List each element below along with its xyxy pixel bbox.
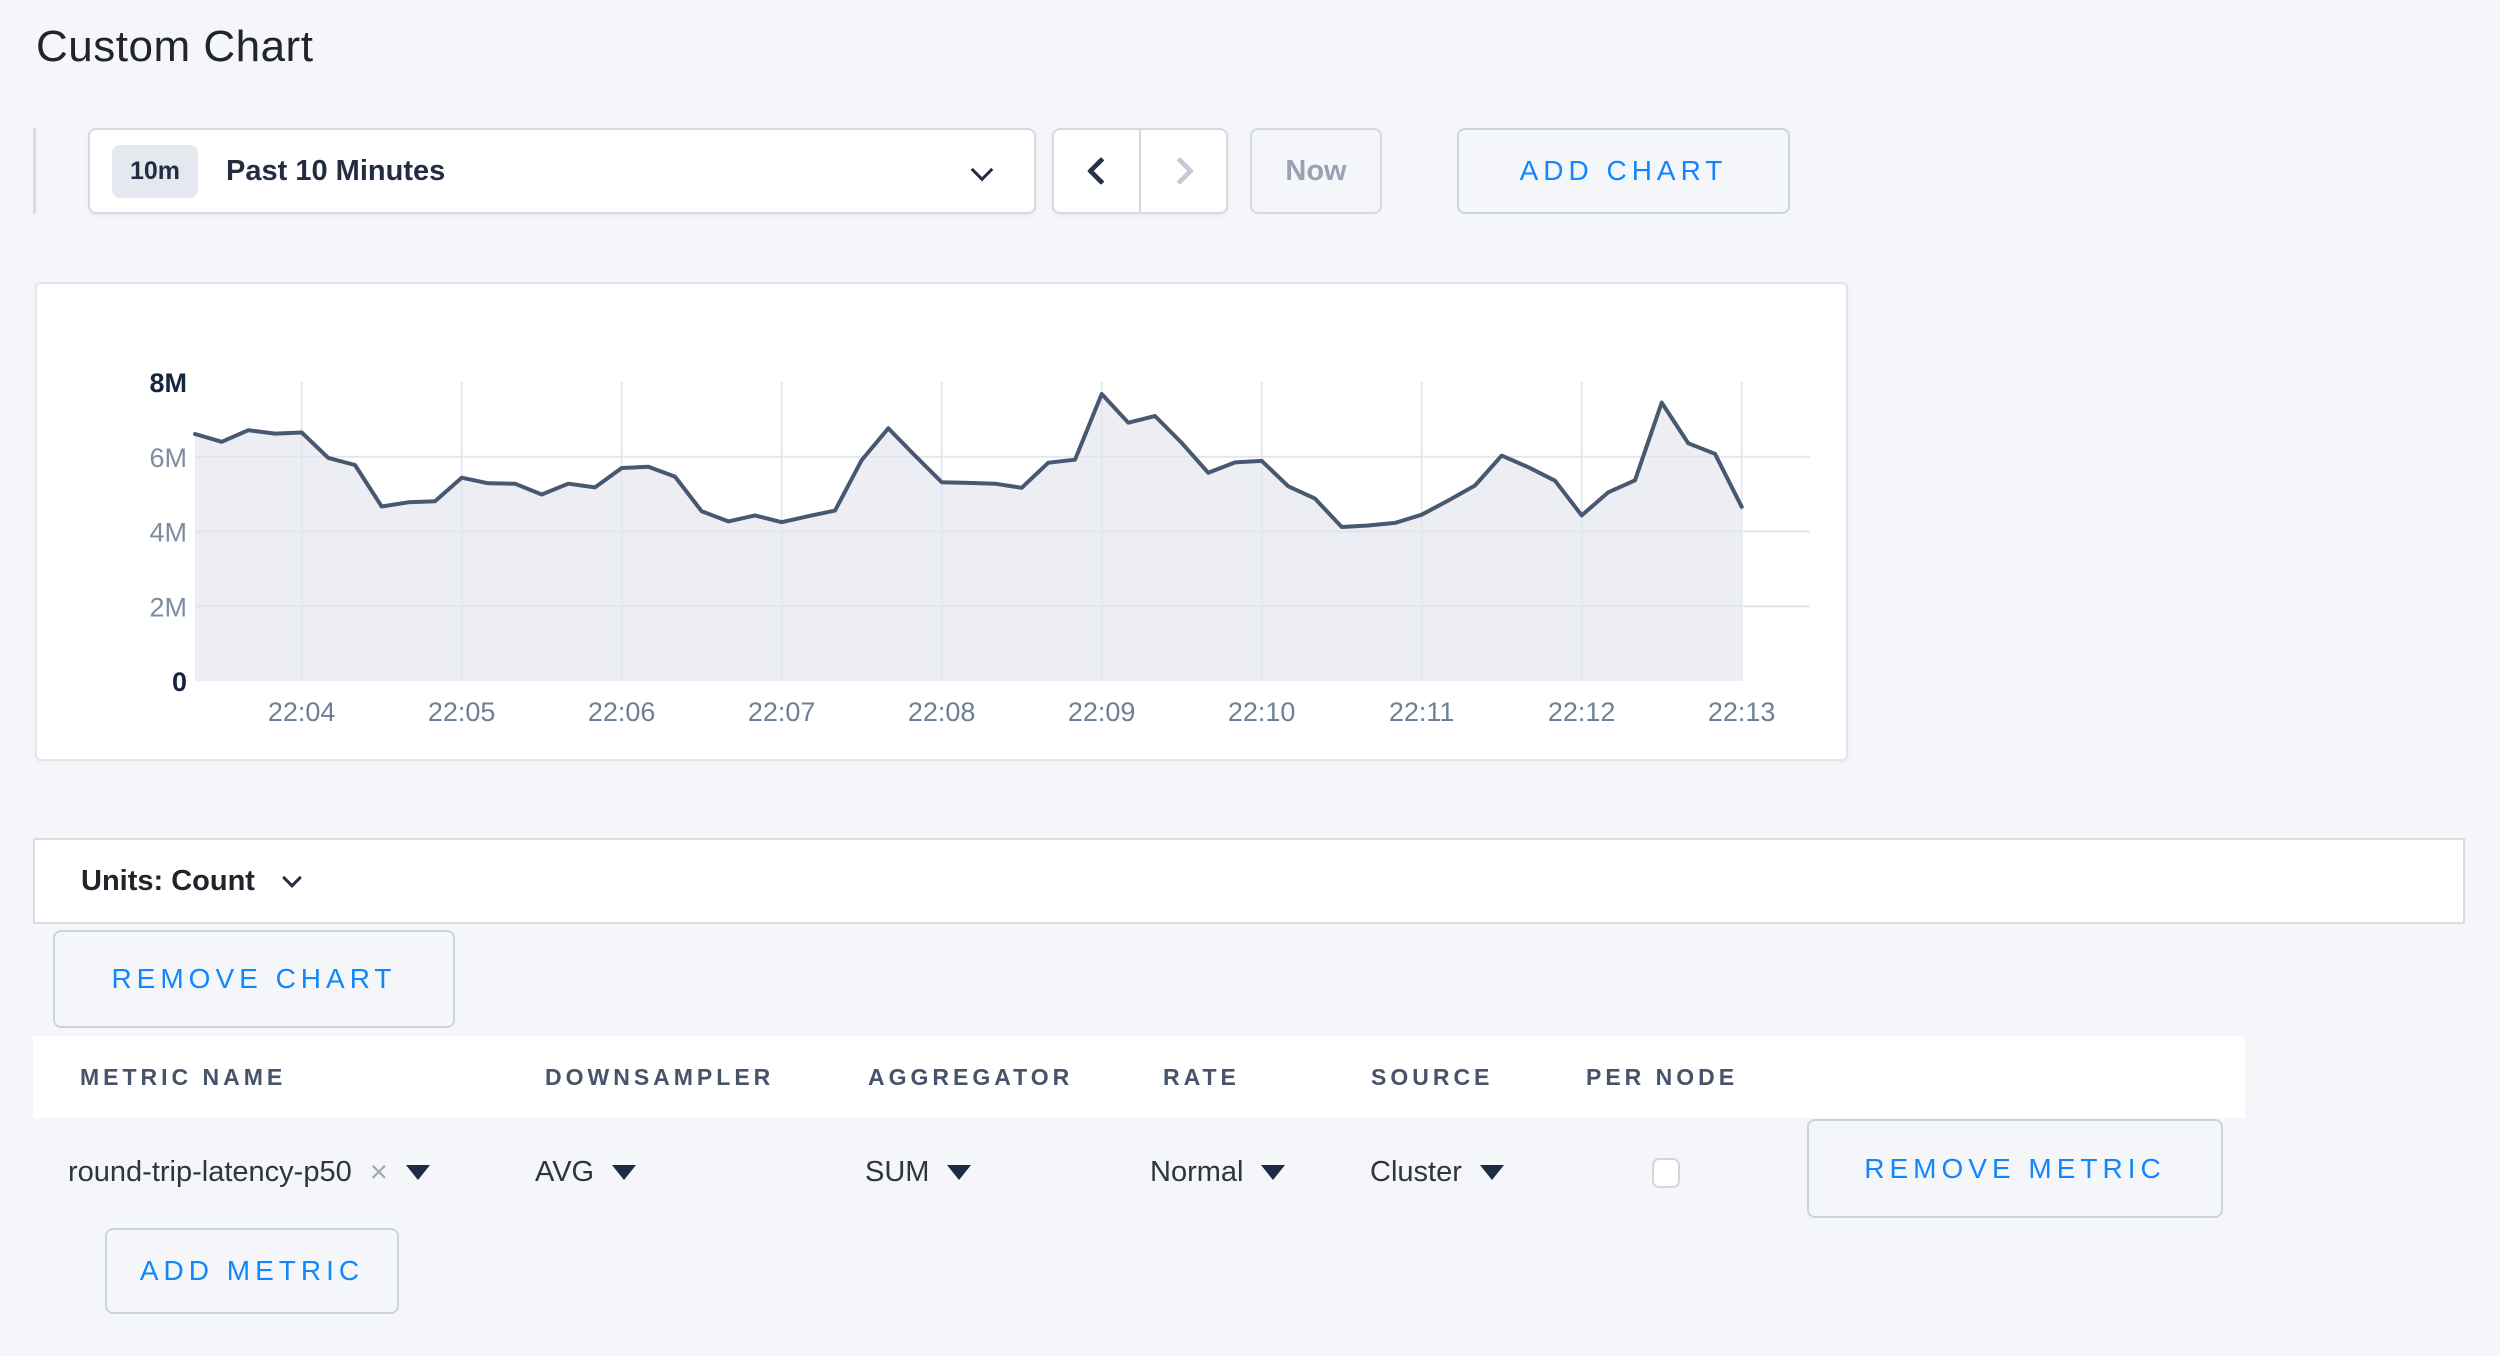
downsampler-value: AVG bbox=[535, 1156, 594, 1189]
rate-dropdown[interactable]: Normal bbox=[1150, 1150, 1285, 1194]
caret-down-icon bbox=[612, 1165, 636, 1180]
svg-text:8M: 8M bbox=[149, 368, 187, 398]
svg-text:22:04: 22:04 bbox=[268, 697, 336, 727]
page-title: Custom Chart bbox=[36, 22, 313, 72]
source-value: Cluster bbox=[1370, 1156, 1462, 1189]
svg-text:4M: 4M bbox=[149, 518, 187, 548]
x-axis-labels: 22:04 22:05 22:06 22:07 22:08 22:09 22:10 22:11… bbox=[268, 697, 1776, 727]
prev-time-button[interactable] bbox=[1054, 130, 1139, 212]
col-header-per-node: PER NODE bbox=[1586, 1064, 1738, 1091]
svg-text:2M: 2M bbox=[149, 592, 187, 622]
chevron-down-icon bbox=[282, 868, 302, 888]
time-step-buttons bbox=[1052, 128, 1228, 214]
downsampler-dropdown[interactable]: AVG bbox=[535, 1150, 636, 1194]
time-window-badge: 10m bbox=[112, 145, 198, 198]
metric-name-dropdown[interactable]: round-trip-latency-p50 × bbox=[68, 1150, 430, 1194]
svg-text:22:05: 22:05 bbox=[428, 697, 496, 727]
chart-area-fill bbox=[195, 394, 1742, 681]
caret-down-icon bbox=[1480, 1165, 1504, 1180]
svg-text:22:11: 22:11 bbox=[1389, 697, 1455, 727]
col-header-aggregator: AGGREGATOR bbox=[868, 1064, 1073, 1091]
svg-text:0: 0 bbox=[172, 667, 187, 697]
metrics-table-header: METRIC NAME DOWNSAMPLER AGGREGATOR RATE … bbox=[33, 1036, 2245, 1118]
svg-text:22:08: 22:08 bbox=[908, 697, 976, 727]
y-axis-labels: 8M 6M 4M 2M 0 bbox=[149, 368, 187, 697]
time-window-dropdown[interactable]: 10m Past 10 Minutes bbox=[88, 128, 1036, 214]
caret-down-icon bbox=[406, 1165, 430, 1180]
units-dropdown[interactable]: Units: Count bbox=[33, 838, 2465, 924]
svg-text:6M: 6M bbox=[149, 443, 187, 473]
add-chart-button[interactable]: ADD CHART bbox=[1457, 128, 1790, 214]
aggregator-dropdown[interactable]: SUM bbox=[865, 1150, 971, 1194]
add-metric-button[interactable]: ADD METRIC bbox=[105, 1228, 399, 1314]
svg-text:22:12: 22:12 bbox=[1548, 697, 1616, 727]
time-window-label: Past 10 Minutes bbox=[226, 155, 445, 188]
chevron-down-icon bbox=[971, 159, 994, 182]
col-header-source: SOURCE bbox=[1371, 1064, 1493, 1091]
metric-name-value: round-trip-latency-p50 bbox=[68, 1156, 352, 1189]
custom-chart-card[interactable]: 8M6M4M2M022:0422:0522:0622:0722:0822:092… bbox=[35, 282, 1848, 761]
remove-tag-icon[interactable]: × bbox=[370, 1154, 388, 1190]
now-button[interactable]: Now bbox=[1250, 128, 1382, 214]
rate-value: Normal bbox=[1150, 1156, 1243, 1189]
chevron-left-icon bbox=[1086, 157, 1114, 185]
aggregator-value: SUM bbox=[865, 1156, 929, 1189]
svg-text:22:13: 22:13 bbox=[1708, 697, 1776, 727]
remove-metric-button[interactable]: REMOVE METRIC bbox=[1807, 1119, 2223, 1218]
next-time-button[interactable] bbox=[1139, 130, 1226, 212]
col-header-downsampler: DOWNSAMPLER bbox=[545, 1064, 774, 1091]
per-node-checkbox[interactable] bbox=[1652, 1158, 1680, 1188]
svg-text:22:09: 22:09 bbox=[1068, 697, 1136, 727]
col-header-metric-name: METRIC NAME bbox=[80, 1064, 286, 1091]
units-label: Units: Count bbox=[81, 865, 255, 898]
chevron-right-icon bbox=[1165, 157, 1193, 185]
remove-chart-button[interactable]: REMOVE CHART bbox=[53, 930, 455, 1028]
source-dropdown[interactable]: Cluster bbox=[1370, 1150, 1504, 1194]
toolbar-left-divider bbox=[33, 128, 36, 214]
col-header-rate: RATE bbox=[1163, 1064, 1240, 1091]
svg-text:22:06: 22:06 bbox=[588, 697, 656, 727]
caret-down-icon bbox=[947, 1165, 971, 1180]
svg-text:22:07: 22:07 bbox=[748, 697, 816, 727]
caret-down-icon bbox=[1261, 1165, 1285, 1180]
chart-svg: 8M6M4M2M022:0422:0522:0622:0722:0822:092… bbox=[37, 284, 1846, 759]
svg-text:22:10: 22:10 bbox=[1228, 697, 1296, 727]
